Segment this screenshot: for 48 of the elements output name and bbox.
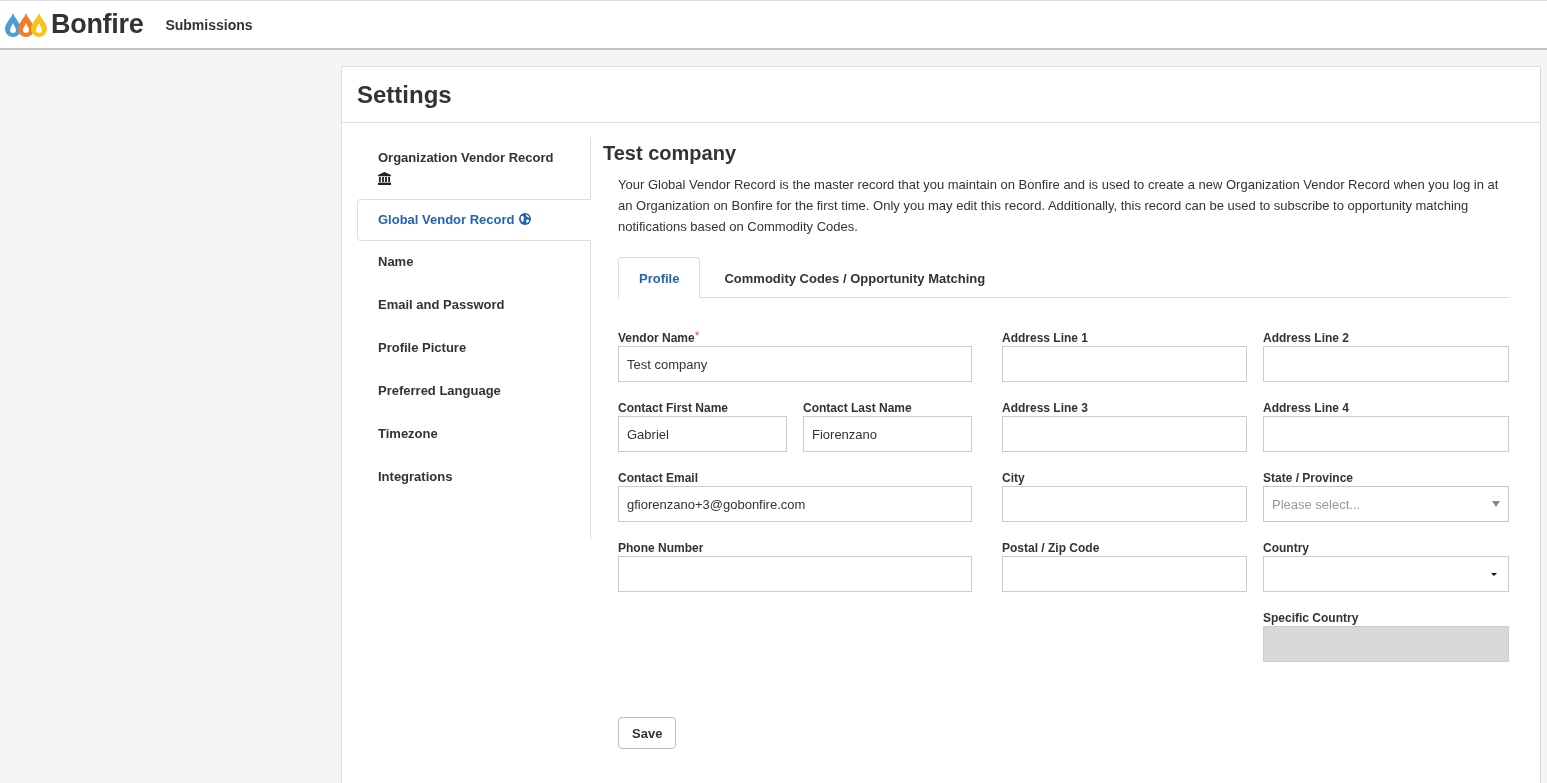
input-field[interactable] bbox=[1002, 346, 1247, 382]
description-text: Your Global Vendor Record is the master record that you maintain on Bonfire and is used to create a new Organization Vendor Record when you log in at an Organization on Bonfire for the first time. Only you may edit this record. Additionally, this record can be used to subscribe to opportunity matching notifications based on Commodity Codes. bbox=[618, 176, 1500, 236]
sidebar-item[interactable]: Profile Picture bbox=[357, 327, 590, 370]
field-label: Postal / Zip Code bbox=[1002, 541, 1100, 555]
field-label: Address Line 1 bbox=[1002, 331, 1089, 345]
input-field[interactable] bbox=[1002, 416, 1247, 452]
field-label: Contact Last Name bbox=[803, 401, 912, 415]
required-mark: * bbox=[694, 329, 700, 343]
input-field[interactable] bbox=[618, 556, 972, 592]
sidebar-item[interactable]: Email and Password bbox=[357, 284, 590, 327]
input-field[interactable]: Fiorenzano bbox=[803, 416, 972, 452]
input-field[interactable]: Test company bbox=[618, 346, 972, 382]
field-label: City bbox=[1002, 471, 1025, 485]
field-label: Address Line 2 bbox=[1263, 331, 1350, 345]
sidebar-item[interactable]: Integrations bbox=[357, 456, 590, 499]
record-title: Test company bbox=[603, 141, 737, 165]
sidebar-item[interactable]: Global Vendor Record bbox=[357, 199, 591, 241]
tab[interactable]: Commodity Codes / Opportunity Matching bbox=[703, 257, 1007, 298]
sidebar-item[interactable]: Preferred Language bbox=[357, 370, 590, 413]
sidebar-item[interactable]: Timezone bbox=[357, 413, 590, 456]
field-label: Phone Number bbox=[618, 541, 704, 555]
field-label: Address Line 3 bbox=[1002, 401, 1089, 415]
tab[interactable]: Profile bbox=[618, 257, 701, 298]
globe-icon bbox=[518, 213, 531, 225]
field-label: Vendor Name bbox=[618, 331, 695, 345]
field-label: Address Line 4 bbox=[1263, 401, 1350, 415]
field-label: Contact Email bbox=[618, 471, 698, 485]
caret-icon bbox=[1492, 501, 1500, 507]
input-field[interactable]: gfiorenzano+3@gobonfire.com bbox=[618, 486, 972, 522]
input-field[interactable]: Gabriel bbox=[618, 416, 787, 452]
field-label: State / Province bbox=[1263, 471, 1354, 485]
sidebar-item[interactable]: Organization Vendor Record bbox=[357, 137, 590, 199]
field-label: Country bbox=[1263, 541, 1309, 555]
dropdown-field[interactable] bbox=[1263, 556, 1509, 592]
field-label: Contact First Name bbox=[618, 401, 729, 415]
logo-text: Bonfire bbox=[51, 9, 144, 40]
drops-logo-icon bbox=[5, 12, 47, 37]
input-field[interactable] bbox=[1002, 486, 1247, 522]
nav-link[interactable]: Submissions bbox=[165, 16, 253, 33]
input-field[interactable] bbox=[1002, 556, 1247, 592]
sidebar-item[interactable]: Name bbox=[357, 241, 590, 284]
input-field[interactable] bbox=[1263, 346, 1509, 382]
bank-icon bbox=[378, 172, 391, 185]
save-button[interactable]: Save bbox=[618, 717, 677, 749]
caret-icon bbox=[1491, 572, 1497, 576]
field-label: Specific Country bbox=[1263, 611, 1359, 625]
page-title: Settings bbox=[357, 79, 452, 110]
input-field[interactable] bbox=[1263, 416, 1509, 452]
